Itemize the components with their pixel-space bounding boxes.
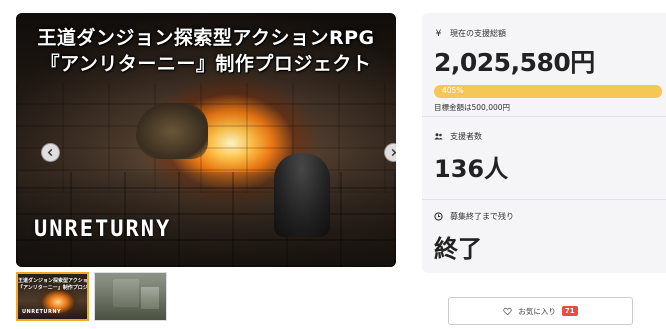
time-label-row: 募集終了まで残り <box>434 211 666 222</box>
people-icon <box>434 132 443 141</box>
divider <box>422 199 666 200</box>
funding-progress-fill <box>434 85 662 98</box>
backers-label-row: 支援者数 <box>434 131 666 142</box>
hero-logo: UNRETURNY <box>34 217 172 242</box>
divider <box>422 116 666 117</box>
funding-progress-bar: 405% <box>434 85 662 98</box>
thumbnail-1-title-line1: 王道ダンジョン探索型アクションRPG <box>18 278 88 284</box>
chevron-left-icon <box>47 148 53 157</box>
favorite-label: お気に入り <box>518 306 556 316</box>
hero-title-line2: 『アンリターニー』制作プロジェクト <box>40 53 372 75</box>
thumbnail-strip: 王道ダンジョン探索型アクションRPG 『アンリターニー』制作プロジェクト UNR… <box>16 272 167 321</box>
heart-icon <box>503 307 513 315</box>
hero-title-line1: 王道ダンジョン探索型アクションRPG <box>37 27 375 49</box>
time-section: 募集終了まで残り 終了 <box>434 211 666 264</box>
thumbnail-1-logo: UNRETURNY <box>22 309 62 315</box>
backers-section: 支援者数 136人 <box>434 131 666 184</box>
backers-value: 136人 <box>434 155 509 183</box>
yen-icon: ¥ <box>435 28 442 39</box>
funds-label-row: ¥ 現在の支援総額 <box>434 28 666 39</box>
time-value: 終了 <box>434 235 482 263</box>
carousel-prev-button[interactable] <box>41 143 60 162</box>
thumbnail-1-title-line2: 『アンリターニー』制作プロジェクト <box>18 285 88 291</box>
time-label: 募集終了まで残り <box>450 212 514 221</box>
funding-progress-percent: 405% <box>442 86 464 95</box>
carousel-next-button[interactable] <box>384 143 396 162</box>
thumbnail-2[interactable] <box>94 272 167 321</box>
funds-section: ¥ 現在の支援総額 2,025,580円 405% 目標金額は500,000円 <box>434 28 666 113</box>
favorite-button[interactable]: お気に入り 71 <box>448 297 633 325</box>
favorite-count-badge: 71 <box>561 306 578 316</box>
goal-amount: 目標金額は500,000円 <box>434 103 511 112</box>
stats-panel: ¥ 現在の支援総額 2,025,580円 405% 目標金額は500,000円 … <box>422 13 666 273</box>
hero-image: 王道ダンジョン探索型アクションRPG 『アンリターニー』制作プロジェクト UNR… <box>16 13 396 267</box>
funds-value: 2,025,580円 <box>434 48 595 77</box>
funds-label: 現在の支援総額 <box>450 29 506 38</box>
clock-icon <box>434 212 443 221</box>
chevron-right-icon <box>391 148 396 157</box>
thumbnail-1[interactable]: 王道ダンジョン探索型アクションRPG 『アンリターニー』制作プロジェクト UNR… <box>16 272 89 321</box>
backers-label: 支援者数 <box>450 132 482 141</box>
